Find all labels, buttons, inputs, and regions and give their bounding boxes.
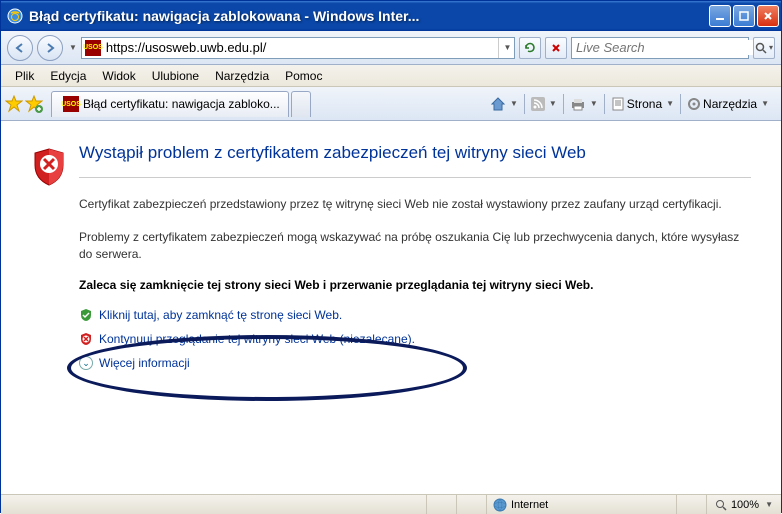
tab-favicon: USOS — [63, 96, 79, 112]
zoom-dropdown[interactable]: ▼ — [765, 500, 773, 509]
more-info-link[interactable]: Więcej informacji — [99, 356, 190, 370]
page-content: Wystąpił problem z certyfikatem zabezpie… — [1, 121, 781, 494]
refresh-button[interactable] — [519, 37, 541, 59]
menu-favorites[interactable]: Ulubione — [144, 67, 207, 85]
page-menu[interactable]: Strona▼ — [611, 97, 674, 111]
status-cell-2 — [457, 495, 487, 514]
menu-view[interactable]: Widok — [94, 67, 143, 85]
search-button[interactable]: ▾ — [753, 37, 775, 59]
cert-recommendation: Zaleca się zamknięcie tej strony sieci W… — [79, 278, 751, 292]
window-titlebar: Błąd certyfikatu: nawigacja zablokowana … — [1, 1, 781, 31]
print-button[interactable]: ▼ — [570, 97, 598, 111]
cert-action-close: Kliknij tutaj, aby zamknąć tę stronę sie… — [79, 308, 751, 322]
internet-zone-icon — [493, 498, 507, 512]
favorites-star-icon[interactable] — [5, 95, 23, 113]
stop-button[interactable] — [545, 37, 567, 59]
menu-edit[interactable]: Edycja — [42, 67, 94, 85]
menu-tools[interactable]: Narzędzia — [207, 67, 277, 85]
menubar: Plik Edycja Widok Ulubione Narzędzia Pom… — [1, 65, 781, 87]
search-input[interactable] — [572, 40, 758, 55]
ie-logo-icon — [7, 8, 23, 24]
home-button[interactable]: ▼ — [490, 96, 518, 112]
back-button[interactable] — [7, 35, 33, 61]
cert-error-heading: Wystąpił problem z certyfikatem zabezpie… — [79, 143, 751, 163]
forward-button[interactable] — [37, 35, 63, 61]
status-cell-4 — [677, 495, 707, 514]
tab-label: Błąd certyfikatu: nawigacja zabloko... — [83, 97, 280, 111]
address-dropdown[interactable]: ▼ — [498, 38, 514, 58]
address-input[interactable] — [104, 40, 498, 55]
cert-para-2: Problemy z certyfikatem zabezpieczeń mog… — [79, 229, 751, 263]
minimize-button[interactable] — [709, 5, 731, 27]
navigation-toolbar: ▼ USOS ▼ ▾ — [1, 31, 781, 65]
statusbar: Internet 100% ▼ — [1, 494, 781, 514]
nav-history-dropdown[interactable]: ▼ — [69, 43, 77, 52]
status-message — [1, 495, 427, 514]
site-favicon: USOS — [85, 40, 101, 56]
shield-warn-icon — [79, 332, 93, 346]
continue-link[interactable]: Kontynuuj przeglądanie tej witryny sieci… — [99, 332, 415, 346]
shield-ok-icon — [79, 308, 93, 322]
zoom-icon — [715, 499, 727, 511]
feeds-button[interactable]: ▼ — [531, 97, 557, 111]
cert-action-continue: Kontynuuj przeglądanie tej witryny sieci… — [79, 332, 751, 346]
address-bar[interactable]: USOS ▼ — [81, 37, 515, 59]
window-title: Błąd certyfikatu: nawigacja zablokowana … — [29, 8, 709, 24]
close-page-link[interactable]: Kliknij tutaj, aby zamknąć tę stronę sie… — [99, 308, 342, 322]
menu-file[interactable]: Plik — [7, 67, 42, 85]
status-zone: Internet — [487, 495, 677, 514]
cert-para-1: Certyfikat zabezpieczeń przedstawiony pr… — [79, 196, 751, 213]
expand-icon[interactable]: ⌄ — [79, 356, 93, 370]
zoom-level: 100% — [731, 499, 759, 511]
status-cell-1 — [427, 495, 457, 514]
add-favorite-icon[interactable] — [25, 95, 43, 113]
search-bar[interactable] — [571, 37, 749, 59]
tab-current[interactable]: USOS Błąd certyfikatu: nawigacja zabloko… — [51, 91, 289, 117]
zoom-control[interactable]: 100% ▼ — [707, 499, 781, 511]
shield-error-icon — [31, 147, 67, 187]
tab-toolbar: USOS Błąd certyfikatu: nawigacja zabloko… — [1, 87, 781, 121]
close-button[interactable] — [757, 5, 779, 27]
divider — [79, 177, 751, 178]
tools-menu[interactable]: Narzędzia▼ — [687, 97, 769, 111]
menu-help[interactable]: Pomoc — [277, 67, 330, 85]
more-info-row: ⌄ Więcej informacji — [79, 356, 751, 370]
maximize-button[interactable] — [733, 5, 755, 27]
new-tab-button[interactable] — [291, 91, 311, 117]
